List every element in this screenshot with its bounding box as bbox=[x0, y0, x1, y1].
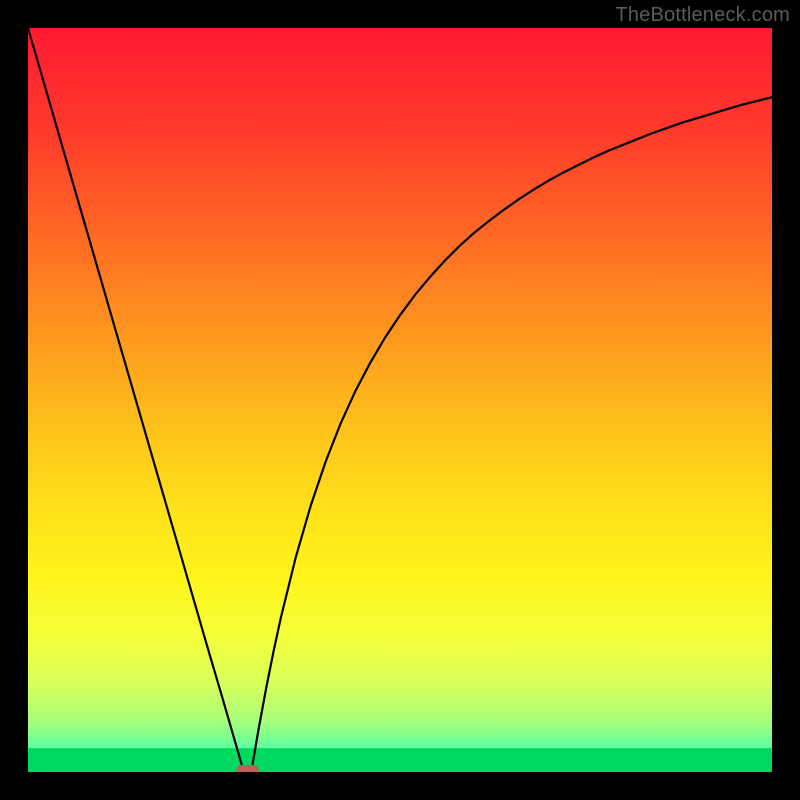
chart-plot-area bbox=[28, 28, 772, 772]
green-band bbox=[28, 748, 772, 772]
optimum-marker bbox=[236, 765, 258, 772]
chart-svg bbox=[28, 28, 772, 772]
watermark-label: TheBottleneck.com bbox=[615, 4, 790, 27]
gradient-background bbox=[28, 28, 772, 772]
chart-frame: TheBottleneck.com bbox=[0, 0, 800, 800]
